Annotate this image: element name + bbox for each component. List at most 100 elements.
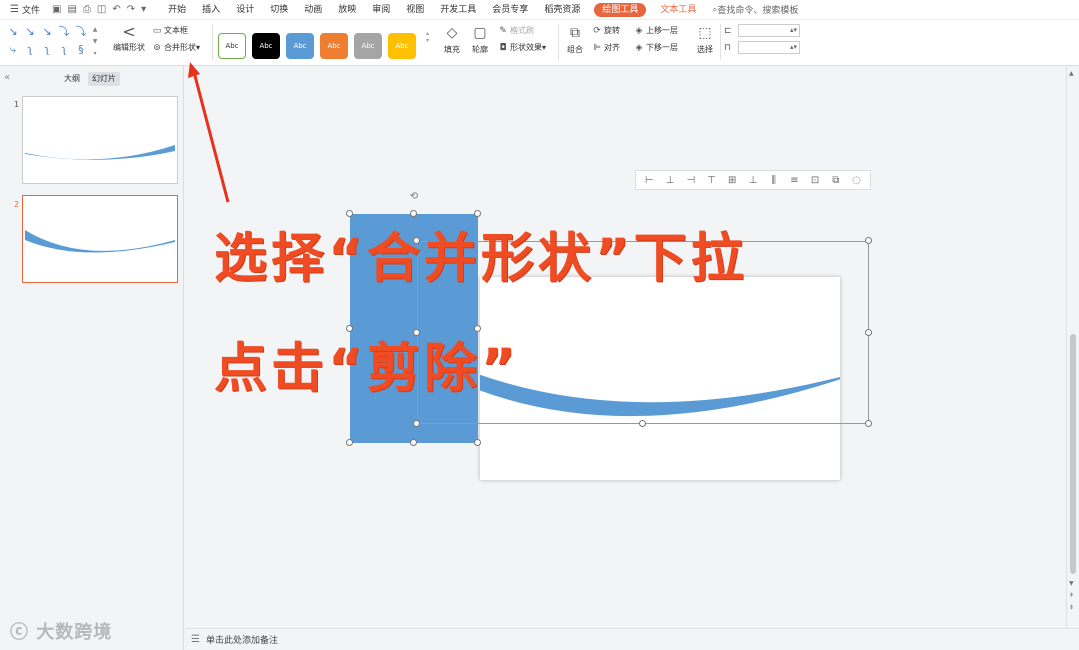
resize-handle[interactable] [410,439,417,446]
shape-effects-label: 形状效果 [510,43,542,52]
tab-insert[interactable]: 插入 [194,0,228,20]
curved-connector-icon[interactable]: ʅ [23,43,37,59]
edit-shape-button[interactable]: < 编辑形状 [108,22,150,62]
slide-number: 2 [14,200,20,209]
curved-connector-icon[interactable]: § [74,43,88,59]
scroll-down-icon[interactable]: ▼ [1069,580,1074,587]
line-arrow-icon[interactable]: ↘ [40,25,54,41]
print-icon[interactable]: ⎙ [83,4,91,15]
tab-member[interactable]: 会员专享 [484,0,536,20]
text-box-icon: ▭ [152,25,162,36]
tab-transitions[interactable]: 切换 [262,0,296,20]
tab-slideshow[interactable]: 放映 [330,0,364,20]
next-slide-icon[interactable]: ⇟ [1069,604,1074,611]
prev-slide-icon[interactable]: ⇞ [1069,592,1074,599]
elbow-connector-icon[interactable]: ⤵ [74,25,88,41]
align-button[interactable]: ⊫ 对齐 [592,39,634,56]
align-bottom-icon[interactable]: ⊥ [745,175,761,186]
tab-outline[interactable]: 大纲 [60,72,84,86]
rotate-button[interactable]: ⟳ 旋转 [592,22,634,39]
more-icon[interactable]: ◌ [849,175,865,186]
outline-button[interactable]: ▢ 轮廓 [468,22,492,62]
align-middle-icon[interactable]: ⊞ [724,175,740,186]
ribbon-divider [212,24,213,60]
tab-home[interactable]: 开始 [160,0,194,20]
notes-icon: ☰ [191,634,200,645]
tab-design[interactable]: 设计 [228,0,262,20]
shape-style-swatch[interactable]: Abc [218,33,246,59]
align-left-icon[interactable]: ⊢ [641,175,657,186]
distribute-vertical-icon[interactable]: ≡ [786,175,802,186]
tab-animations[interactable]: 动画 [296,0,330,20]
shape-style-swatch[interactable]: Abc [354,33,382,59]
gallery-scroll[interactable]: ▲ ▼ ▾ [92,24,98,64]
elbow-connector-icon[interactable]: ⤷ [6,43,20,59]
bring-forward-button[interactable]: ◈ 上移一层 [634,22,692,39]
instruction-line-2: 点击“剪除” [214,338,520,399]
undo-icon[interactable]: ↶ [112,4,120,15]
height-input[interactable]: ▴▾ [738,24,800,37]
resize-handle[interactable] [413,420,420,427]
line-arrow-icon[interactable]: ↘ [6,25,20,41]
width-input[interactable]: ▴▾ [738,41,800,54]
resize-handle[interactable] [865,237,872,244]
curved-connector-icon[interactable]: ʅ [40,43,54,59]
notes-placeholder: 单击此处添加备注 [205,636,278,646]
align-top-icon[interactable]: ⊤ [704,175,720,186]
tab-slides[interactable]: 幻灯片 [88,72,120,86]
align-center-icon[interactable]: ⊥ [662,175,678,186]
resize-handle[interactable] [474,439,481,446]
slide-thumbnail-panel: « 大纲 幻灯片 1 2 [0,66,184,650]
customize-icon[interactable]: ▾ [141,4,146,15]
shape-style-swatch[interactable]: Abc [252,33,280,59]
text-box-label: 文本框 [164,26,188,35]
fill-button[interactable]: ◇ 填充 [438,22,466,62]
slide-align-icon[interactable]: ⊡ [807,175,823,186]
shape-effects-button[interactable]: ◘ 形状效果 ▾ [498,39,558,56]
styles-expand-icon[interactable]: ▴ ▾ [426,30,429,44]
width-row: ⊓ ▴▾ [724,39,804,56]
align-right-icon[interactable]: ⊣ [683,175,699,186]
tab-text-tools[interactable]: 文本工具 [652,0,704,20]
send-backward-button[interactable]: ◈ 下移一层 [634,39,692,56]
save-icon[interactable]: ▣ [52,4,61,15]
line-arrow-icon[interactable]: ↘ [23,25,37,41]
ribbon-divider [720,24,721,60]
elbow-connector-icon[interactable]: ⤵ [57,25,71,41]
format-brush-button[interactable]: ✎ 格式刷 [498,22,558,39]
command-search[interactable]: ⌕ 查找命令、搜索模板 [712,3,798,17]
tab-developer[interactable]: 开发工具 [432,0,484,20]
resize-handle[interactable] [865,329,872,336]
group-icon[interactable]: ⧉ [828,175,844,186]
tab-drawing-tools[interactable]: 绘图工具 [594,2,647,17]
select-button[interactable]: ⬚ 选择 [692,22,718,62]
collapse-panel-icon[interactable]: « [4,72,10,83]
slide-thumbnail-1[interactable] [22,96,178,184]
resize-handle[interactable] [865,420,872,427]
resize-handle[interactable] [346,439,353,446]
resize-handle[interactable] [639,420,646,427]
distribute-horizontal-icon[interactable]: ⫼ [766,175,782,186]
scroll-up-icon[interactable]: ▲ [1069,70,1074,77]
merge-shapes-label: 合并形状 [164,43,196,52]
notes-bar[interactable]: ☰ 单击此处添加备注 [185,628,1079,650]
group-button[interactable]: ⧉ 组合 [562,22,588,62]
slide-thumbnail-2[interactable] [22,195,178,283]
shape-style-swatch[interactable]: Abc [320,33,348,59]
rotate-handle-icon[interactable]: ⟲ [409,192,419,202]
tab-docer-resources[interactable]: 稻壳资源 [536,0,588,20]
shape-style-swatch[interactable]: Abc [388,33,416,59]
vertical-scrollbar[interactable]: ▲ ▼ ⇞ ⇟ [1066,66,1079,628]
shape-style-swatch[interactable]: Abc [286,33,314,59]
text-box-button[interactable]: ▭ 文本框 [152,22,212,39]
tab-review[interactable]: 审阅 [364,0,398,20]
file-menu[interactable]: ☰ 文件 [0,0,46,20]
scrollbar-thumb[interactable] [1070,334,1076,574]
redo-icon[interactable]: ↷ [127,4,135,15]
curved-connector-icon[interactable]: ʅ [57,43,71,59]
tab-view[interactable]: 视图 [398,0,432,20]
align-icon: ⊫ [593,42,601,53]
export-pdf-icon[interactable]: ▤ [67,4,76,15]
merge-shapes-button[interactable]: ⊚ 合并形状 ▾ [152,39,212,56]
preview-icon[interactable]: ◫ [97,4,106,15]
